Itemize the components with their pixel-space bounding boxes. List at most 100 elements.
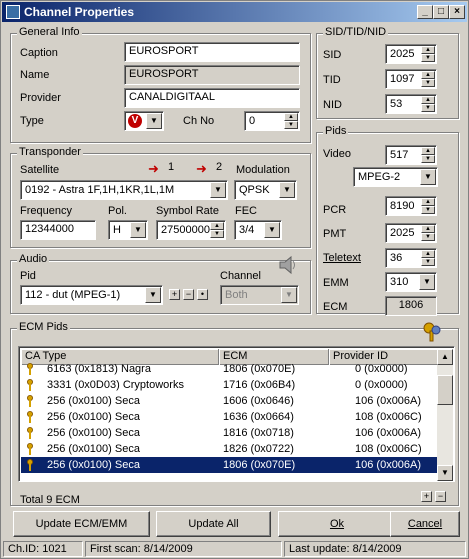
chevron-down-icon[interactable]: ▼ [419,274,435,290]
spin-up-icon[interactable]: ▲ [421,250,435,258]
ecm-row[interactable]: 256 (0x0100) Seca 1606 (0x0646) 106 (0x006… [21,393,438,409]
chno-label: Ch No [183,115,215,127]
spin-down-icon[interactable]: ▼ [421,54,435,62]
pcr-spinner[interactable]: 8190 ▲ ▼ [385,196,437,216]
video-type-icon: V [128,114,142,128]
minimize-button[interactable]: _ [417,5,433,19]
provider-cell: 108 (0x006C) [355,411,422,423]
type-select[interactable]: V ▼ [124,111,164,131]
scroll-thumb[interactable] [437,375,453,405]
chevron-down-icon[interactable]: ▼ [279,182,295,198]
scroll-down-icon[interactable]: ▼ [437,465,453,481]
add-audio-button[interactable]: + [169,289,180,300]
import-arrow-icon[interactable]: ➜ [148,161,162,176]
audio-group: Audio Pid Channel 112 - dut (MPEG-1) ▼ + … [10,253,311,314]
ca-type-cell: 3331 (0x0D03) Cryptoworks [47,379,184,391]
ecm-row[interactable]: 256 (0x0100) Seca 1636 (0x0664) 108 (0x006… [21,409,438,425]
spin-down-icon[interactable]: ▼ [421,258,435,266]
pol-label: Pol. [108,205,127,217]
satellite-select[interactable]: 0192 - Astra 1F,1H,1KR,1L,1M ▼ [20,180,228,200]
ecm-cell: 1826 (0x0722) [223,443,294,455]
update-ecm-emm-button[interactable]: Update ECM/EMM [13,511,150,537]
chevron-down-icon[interactable]: ▼ [145,287,161,303]
spin-up-icon[interactable]: ▲ [421,71,435,79]
spin-down-icon[interactable]: ▼ [284,121,298,129]
ecm-row[interactable]: 256 (0x0100) Seca 1826 (0x0722) 108 (0x006… [21,441,438,457]
close-button[interactable]: × [449,5,465,19]
chevron-down-icon[interactable]: ▼ [146,113,162,129]
audio-channel-select[interactable]: Both ▼ [220,285,299,305]
spin-down-icon[interactable]: ▼ [421,79,435,87]
spin-up-icon[interactable]: ▲ [210,222,224,230]
name-field[interactable]: EUROSPORT [124,65,300,85]
spin-up-icon[interactable]: ▲ [421,147,435,155]
spin-up-icon[interactable]: ▲ [284,113,298,121]
modulation-select[interactable]: QPSK ▼ [234,180,297,200]
status-chid: Ch.ID: 1021 [3,541,83,557]
transponder-group: Transponder Satellite ➜ 1 ➜ 2 Modulation… [10,146,311,248]
update-all-button[interactable]: Update All [156,511,271,537]
emm-select[interactable]: 310 ▼ [385,272,437,292]
video-pid-spinner[interactable]: 517 ▲ ▼ [385,145,437,165]
scroll-up-icon[interactable]: ▲ [437,349,453,365]
ecm-cell: 1816 (0x0718) [223,427,294,439]
cancel-button[interactable]: Cancel [390,511,460,537]
chevron-down-icon[interactable]: ▼ [420,169,436,185]
add-ecm-button[interactable]: + [421,491,432,502]
spin-down-icon[interactable]: ▼ [421,104,435,112]
chevron-down-icon[interactable]: ▼ [264,222,280,238]
keys-icon[interactable] [421,321,443,343]
teletext-spinner[interactable]: 36 ▲ ▼ [385,248,437,268]
remove-audio-button[interactable]: − [183,289,194,300]
fec-select[interactable]: 3/4 ▼ [234,220,282,240]
symbol-rate-value: 27500000 [161,224,210,236]
audio-pid-value: 112 - dut (MPEG-1) [25,289,121,301]
spin-down-icon[interactable]: ▼ [421,206,435,214]
pids-legend: Pids [323,125,349,137]
pmt-value: 2025 [390,227,415,239]
tid-spinner[interactable]: 1097 ▲ ▼ [385,69,437,89]
polarization-select[interactable]: H ▼ [108,220,148,240]
frequency-input[interactable]: 12344000 [20,220,96,240]
provider-cell: 0 (0x0000) [355,379,408,391]
ecm-row[interactable]: 3331 (0x0D03) Cryptoworks 1716 (0x06B4) 0 … [21,377,438,393]
remove-ecm-button[interactable]: − [435,491,446,502]
provider-input[interactable]: CANALDIGITAAL [124,88,300,108]
spin-down-icon[interactable]: ▼ [210,230,224,238]
ecm-list[interactable]: CA Type ECM Provider ID 6163 (0x1813) Na… [18,346,455,482]
chevron-down-icon[interactable]: ▼ [210,182,226,198]
chevron-down-icon[interactable]: ▼ [281,287,297,303]
ca-type-cell: 256 (0x0100) Seca [47,411,140,423]
import-arrow-icon[interactable]: ➜ [196,161,210,176]
chevron-down-icon[interactable]: ▼ [130,222,146,238]
sid-spinner[interactable]: 2025 ▲ ▼ [385,44,437,64]
nid-label: NID [323,99,342,111]
vertical-scrollbar[interactable]: ▲ ▼ [437,349,453,481]
satellite-2-label: 2 [216,161,223,173]
ok-button[interactable]: Ok [278,511,396,537]
maximize-button[interactable]: □ [433,5,449,19]
pmt-label: PMT [323,228,347,240]
pmt-spinner[interactable]: 2025 ▲ ▼ [385,223,437,243]
spin-down-icon[interactable]: ▼ [421,233,435,241]
chno-spinner[interactable]: 0 ▲ ▼ [244,111,300,131]
ecm-row[interactable]: 256 (0x0100) Seca 1806 (0x070E) 106 (0x006… [21,457,438,473]
audio-pid-select[interactable]: 112 - dut (MPEG-1) ▼ [20,285,163,305]
spin-up-icon[interactable]: ▲ [421,46,435,54]
symbol-rate-spinner[interactable]: 27500000 ▲ ▼ [156,220,226,240]
ecm-row[interactable]: 256 (0x0100) Seca 1816 (0x0718) 106 (0x006… [21,425,438,441]
edit-audio-button[interactable]: • [197,289,208,300]
title-bar[interactable]: Channel Properties _ □ × [2,2,467,22]
key-icon [27,459,33,471]
speaker-icon[interactable] [277,255,299,275]
spin-down-icon[interactable]: ▼ [421,155,435,163]
spin-up-icon[interactable]: ▲ [421,198,435,206]
spin-up-icon[interactable]: ▲ [421,96,435,104]
spin-up-icon[interactable]: ▲ [421,225,435,233]
video-type-select[interactable]: MPEG-2 ▼ [353,167,438,187]
nid-spinner[interactable]: 53 ▲ ▼ [385,94,437,114]
ecm-row[interactable]: 6163 (0x1813) Nagra 1806 (0x070E) 0 (0x000… [21,361,438,377]
caption-input[interactable]: EUROSPORT [124,42,300,62]
video-pid-value: 517 [390,149,409,161]
fec-value: 3/4 [239,224,255,236]
